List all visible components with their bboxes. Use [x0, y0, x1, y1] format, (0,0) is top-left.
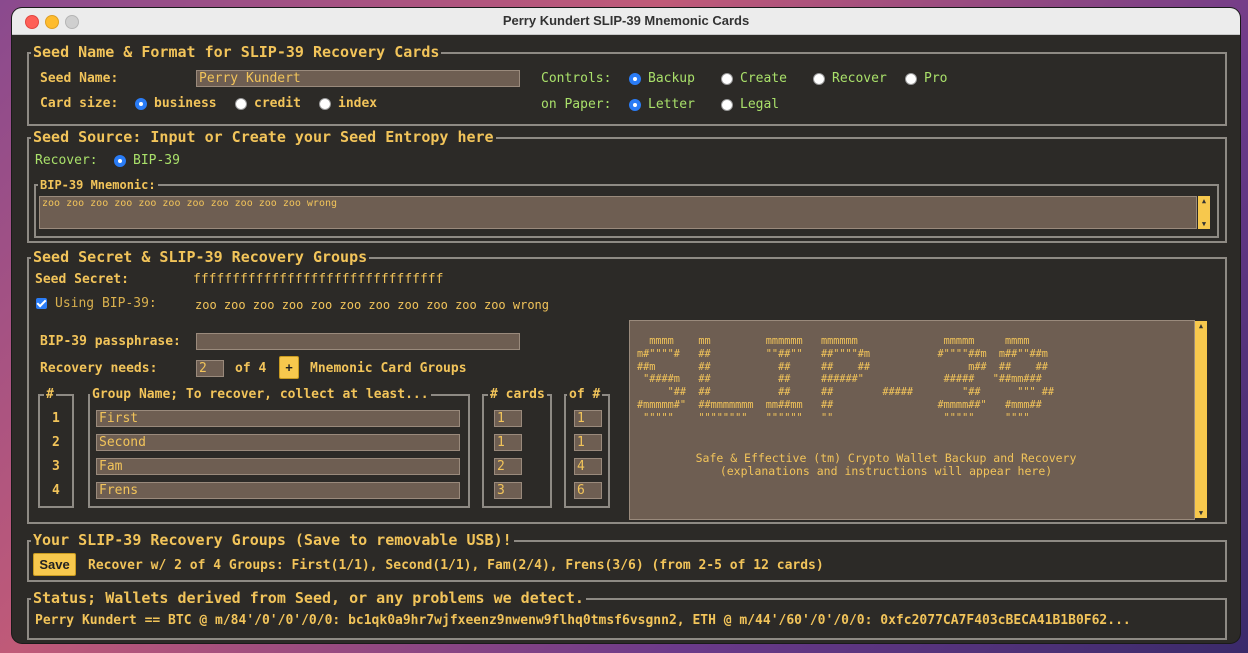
- seed-secret-value: ffffffffffffffffffffffffffffffff: [193, 272, 444, 287]
- group-name-input[interactable]: Second: [96, 434, 460, 451]
- seed-name-label: Seed Name:: [40, 71, 119, 86]
- group-number-header: #: [44, 387, 56, 403]
- card-size-credit-radio[interactable]: [235, 98, 247, 110]
- group-cards-input[interactable]: 1: [494, 410, 522, 427]
- seed-secret-legend: Seed Secret & SLIP-39 Recovery Groups: [31, 248, 370, 266]
- passphrase-label: BIP-39 passphrase:: [40, 334, 181, 349]
- group-of-input[interactable]: 4: [574, 458, 602, 475]
- app-window: Perry Kundert SLIP-39 Mnemonic Cards See…: [12, 8, 1240, 643]
- save-button[interactable]: Save: [33, 553, 76, 576]
- of-groups-label: of 4: [235, 361, 267, 376]
- scroll-up-icon[interactable]: ▲: [1195, 321, 1207, 331]
- seed-format-legend: Seed Name & Format for SLIP-39 Recovery …: [31, 43, 442, 61]
- group-row-number: 4: [52, 483, 60, 498]
- seed-format-section: [27, 52, 1227, 126]
- recovery-needs-input[interactable]: 2: [196, 360, 224, 377]
- recover-bip39-label[interactable]: BIP-39: [133, 153, 180, 169]
- group-name-input[interactable]: First: [96, 410, 460, 427]
- recover-label: Recover:: [35, 153, 98, 168]
- group-row-number: 3: [52, 459, 60, 474]
- group-cards-header: # cards: [488, 387, 547, 403]
- info-line-1: Safe & Effective (tm) Crypto Wallet Back…: [695, 451, 1077, 465]
- passphrase-input[interactable]: [196, 333, 520, 350]
- recovery-needs-label: Recovery needs:: [40, 361, 158, 376]
- seed-name-input[interactable]: Perry Kundert: [196, 70, 520, 87]
- controls-label: Controls:: [541, 71, 612, 86]
- controls-create-radio[interactable]: [721, 73, 733, 85]
- scroll-down-icon[interactable]: ▼: [1195, 508, 1207, 518]
- group-name-input[interactable]: Frens: [96, 482, 460, 499]
- controls-recover-radio[interactable]: [813, 73, 825, 85]
- group-of-header: of #: [567, 387, 603, 403]
- using-bip39-label: Using BIP-39:: [55, 296, 157, 311]
- card-size-index-radio[interactable]: [319, 98, 331, 110]
- seed-secret-label: Seed Secret:: [35, 272, 129, 287]
- paper-label: on Paper:: [541, 97, 612, 112]
- controls-pro-label[interactable]: Pro: [924, 71, 947, 87]
- group-cards-input[interactable]: 3: [494, 482, 522, 499]
- info-line-2: (explanations and instructions will appe…: [719, 464, 1053, 478]
- card-size-credit-label[interactable]: credit: [254, 96, 301, 112]
- group-of-input[interactable]: 1: [574, 434, 602, 451]
- paper-legal-label[interactable]: Legal: [740, 97, 779, 113]
- group-name-header: Group Name; To recover, collect at least…: [90, 387, 431, 403]
- group-of-input[interactable]: 6: [574, 482, 602, 499]
- card-size-business-radio[interactable]: [135, 98, 147, 110]
- info-scrollbar[interactable]: ▲ ▼: [1195, 321, 1207, 518]
- slip39-ascii-logo: mmmm mm mmmmmm mmmmmm mmmmm mmmm m#""""#…: [637, 336, 1055, 424]
- group-cards-input[interactable]: 2: [494, 458, 522, 475]
- group-of-input[interactable]: 1: [574, 410, 602, 427]
- recovery-summary: Recover w/ 2 of 4 Groups: First(1/1), Se…: [88, 558, 824, 573]
- paper-letter-label[interactable]: Letter: [648, 97, 695, 113]
- paper-letter-radio[interactable]: [629, 99, 641, 111]
- mnemonic-scrollbar[interactable]: ▲ ▼: [1198, 196, 1210, 229]
- status-text: Perry Kundert == BTC @ m/84'/0'/0'/0/0: …: [35, 613, 1131, 628]
- card-size-business-label[interactable]: business: [154, 96, 217, 112]
- mnemonic-groups-label: Mnemonic Card Groups: [310, 361, 467, 376]
- group-name-input[interactable]: Fam: [96, 458, 460, 475]
- recover-bip39-radio[interactable]: [114, 155, 126, 167]
- paper-legal-radio[interactable]: [721, 99, 733, 111]
- controls-backup-radio[interactable]: [629, 73, 641, 85]
- title-bar: Perry Kundert SLIP-39 Mnemonic Cards: [12, 8, 1240, 35]
- scroll-down-icon[interactable]: ▼: [1198, 219, 1210, 229]
- group-row-number: 1: [52, 411, 60, 426]
- mnemonic-legend: BIP-39 Mnemonic:: [38, 178, 158, 192]
- controls-create-label[interactable]: Create: [740, 71, 787, 87]
- scroll-up-icon[interactable]: ▲: [1198, 196, 1210, 206]
- controls-pro-radio[interactable]: [905, 73, 917, 85]
- seed-source-legend: Seed Source: Input or Create your Seed E…: [31, 128, 496, 146]
- mnemonic-textarea[interactable]: zoo zoo zoo zoo zoo zoo zoo zoo zoo zoo …: [39, 196, 1197, 229]
- card-size-index-label[interactable]: index: [338, 96, 377, 112]
- status-legend: Status; Wallets derived from Seed, or an…: [31, 589, 586, 607]
- add-group-button[interactable]: +: [279, 356, 299, 379]
- using-bip39-value: zoo zoo zoo zoo zoo zoo zoo zoo zoo zoo …: [195, 298, 550, 312]
- group-cards-input[interactable]: 1: [494, 434, 522, 451]
- window-title: Perry Kundert SLIP-39 Mnemonic Cards: [502, 13, 750, 28]
- recovery-groups-legend: Your SLIP-39 Recovery Groups (Save to re…: [31, 531, 514, 549]
- group-row-number: 2: [52, 435, 60, 450]
- controls-backup-label[interactable]: Backup: [648, 71, 695, 87]
- controls-recover-label[interactable]: Recover: [832, 71, 887, 87]
- card-size-label: Card size:: [40, 96, 119, 111]
- using-bip39-checkbox[interactable]: [36, 298, 47, 309]
